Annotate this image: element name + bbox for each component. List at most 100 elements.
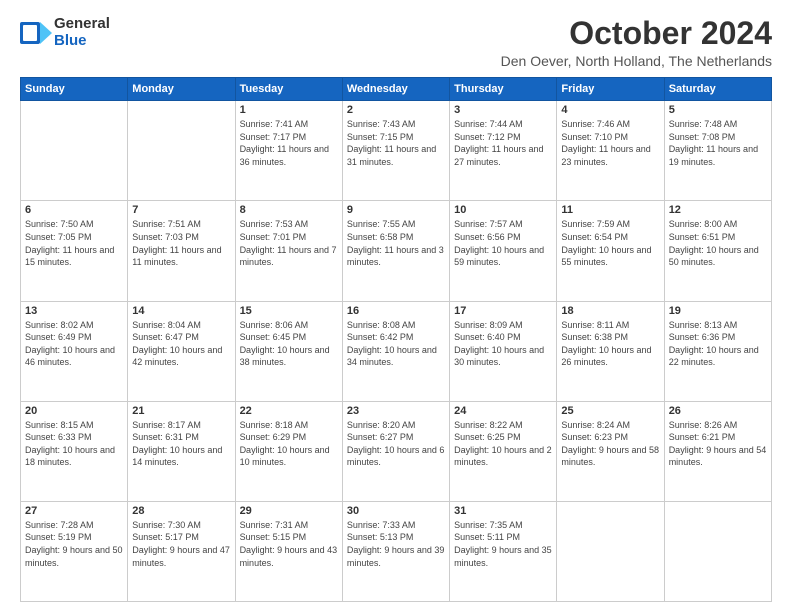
calendar-cell: 28 Sunrise: 7:30 AMSunset: 5:17 PMDaylig…: [128, 501, 235, 601]
weekday-header: Sunday: [21, 78, 128, 101]
cell-info: Sunrise: 7:46 AMSunset: 7:10 PMDaylight:…: [561, 119, 650, 167]
day-number: 3: [454, 104, 552, 116]
calendar-row: 1 Sunrise: 7:41 AMSunset: 7:17 PMDayligh…: [21, 101, 772, 201]
cell-info: Sunrise: 7:48 AMSunset: 7:08 PMDaylight:…: [669, 119, 758, 167]
day-number: 16: [347, 305, 445, 317]
day-number: 22: [240, 405, 338, 417]
day-number: 27: [25, 505, 123, 517]
weekday-header: Tuesday: [235, 78, 342, 101]
cell-info: Sunrise: 7:53 AMSunset: 7:01 PMDaylight:…: [240, 219, 337, 267]
day-number: 6: [25, 204, 123, 216]
weekday-header: Thursday: [450, 78, 557, 101]
day-number: 13: [25, 305, 123, 317]
calendar-cell: 13 Sunrise: 8:02 AMSunset: 6:49 PMDaylig…: [21, 301, 128, 401]
calendar-cell: 9 Sunrise: 7:55 AMSunset: 6:58 PMDayligh…: [342, 201, 449, 301]
calendar-cell: 11 Sunrise: 7:59 AMSunset: 6:54 PMDaylig…: [557, 201, 664, 301]
location-text: Den Oever, North Holland, The Netherland…: [501, 53, 772, 69]
title-area: October 2024 Den Oever, North Holland, T…: [501, 16, 772, 69]
calendar-cell: 7 Sunrise: 7:51 AMSunset: 7:03 PMDayligh…: [128, 201, 235, 301]
calendar-cell: 12 Sunrise: 8:00 AMSunset: 6:51 PMDaylig…: [664, 201, 771, 301]
day-number: 18: [561, 305, 659, 317]
weekday-header-row: SundayMondayTuesdayWednesdayThursdayFrid…: [21, 78, 772, 101]
day-number: 8: [240, 204, 338, 216]
calendar-cell: 5 Sunrise: 7:48 AMSunset: 7:08 PMDayligh…: [664, 101, 771, 201]
day-number: 2: [347, 104, 445, 116]
calendar-cell: 10 Sunrise: 7:57 AMSunset: 6:56 PMDaylig…: [450, 201, 557, 301]
day-number: 15: [240, 305, 338, 317]
page: General Blue October 2024 Den Oever, Nor…: [0, 0, 792, 612]
calendar-row: 27 Sunrise: 7:28 AMSunset: 5:19 PMDaylig…: [21, 501, 772, 601]
day-number: 20: [25, 405, 123, 417]
weekday-header: Monday: [128, 78, 235, 101]
day-number: 9: [347, 204, 445, 216]
cell-info: Sunrise: 7:57 AMSunset: 6:56 PMDaylight:…: [454, 219, 544, 267]
day-number: 25: [561, 405, 659, 417]
cell-info: Sunrise: 8:13 AMSunset: 6:36 PMDaylight:…: [669, 320, 759, 368]
calendar-cell: 25 Sunrise: 8:24 AMSunset: 6:23 PMDaylig…: [557, 401, 664, 501]
cell-info: Sunrise: 8:20 AMSunset: 6:27 PMDaylight:…: [347, 420, 445, 468]
day-number: 10: [454, 204, 552, 216]
calendar-cell: 30 Sunrise: 7:33 AMSunset: 5:13 PMDaylig…: [342, 501, 449, 601]
day-number: 21: [132, 405, 230, 417]
header: General Blue October 2024 Den Oever, Nor…: [20, 16, 772, 69]
calendar-cell: 8 Sunrise: 7:53 AMSunset: 7:01 PMDayligh…: [235, 201, 342, 301]
cell-info: Sunrise: 7:55 AMSunset: 6:58 PMDaylight:…: [347, 219, 444, 267]
calendar-cell: 16 Sunrise: 8:08 AMSunset: 6:42 PMDaylig…: [342, 301, 449, 401]
cell-info: Sunrise: 7:31 AMSunset: 5:15 PMDaylight:…: [240, 520, 338, 568]
calendar-cell: 18 Sunrise: 8:11 AMSunset: 6:38 PMDaylig…: [557, 301, 664, 401]
cell-info: Sunrise: 8:15 AMSunset: 6:33 PMDaylight:…: [25, 420, 115, 468]
cell-info: Sunrise: 7:43 AMSunset: 7:15 PMDaylight:…: [347, 119, 436, 167]
calendar-row: 6 Sunrise: 7:50 AMSunset: 7:05 PMDayligh…: [21, 201, 772, 301]
cell-info: Sunrise: 8:08 AMSunset: 6:42 PMDaylight:…: [347, 320, 437, 368]
day-number: 17: [454, 305, 552, 317]
calendar-cell: [21, 101, 128, 201]
logo: General Blue: [20, 16, 110, 49]
cell-info: Sunrise: 7:59 AMSunset: 6:54 PMDaylight:…: [561, 219, 651, 267]
cell-info: Sunrise: 8:17 AMSunset: 6:31 PMDaylight:…: [132, 420, 222, 468]
calendar-cell: [128, 101, 235, 201]
cell-info: Sunrise: 7:33 AMSunset: 5:13 PMDaylight:…: [347, 520, 445, 568]
cell-info: Sunrise: 8:18 AMSunset: 6:29 PMDaylight:…: [240, 420, 330, 468]
calendar-cell: 21 Sunrise: 8:17 AMSunset: 6:31 PMDaylig…: [128, 401, 235, 501]
cell-info: Sunrise: 7:41 AMSunset: 7:17 PMDaylight:…: [240, 119, 329, 167]
logo-icon: [20, 22, 52, 44]
day-number: 24: [454, 405, 552, 417]
calendar-cell: 24 Sunrise: 8:22 AMSunset: 6:25 PMDaylig…: [450, 401, 557, 501]
day-number: 12: [669, 204, 767, 216]
calendar-cell: 3 Sunrise: 7:44 AMSunset: 7:12 PMDayligh…: [450, 101, 557, 201]
calendar-cell: 27 Sunrise: 7:28 AMSunset: 5:19 PMDaylig…: [21, 501, 128, 601]
calendar-cell: 22 Sunrise: 8:18 AMSunset: 6:29 PMDaylig…: [235, 401, 342, 501]
calendar-cell: 6 Sunrise: 7:50 AMSunset: 7:05 PMDayligh…: [21, 201, 128, 301]
calendar-cell: 17 Sunrise: 8:09 AMSunset: 6:40 PMDaylig…: [450, 301, 557, 401]
calendar-cell: 29 Sunrise: 7:31 AMSunset: 5:15 PMDaylig…: [235, 501, 342, 601]
cell-info: Sunrise: 8:00 AMSunset: 6:51 PMDaylight:…: [669, 219, 759, 267]
calendar-cell: 14 Sunrise: 8:04 AMSunset: 6:47 PMDaylig…: [128, 301, 235, 401]
cell-info: Sunrise: 7:30 AMSunset: 5:17 PMDaylight:…: [132, 520, 230, 568]
weekday-header: Wednesday: [342, 78, 449, 101]
day-number: 14: [132, 305, 230, 317]
day-number: 19: [669, 305, 767, 317]
calendar-cell: 1 Sunrise: 7:41 AMSunset: 7:17 PMDayligh…: [235, 101, 342, 201]
cell-info: Sunrise: 7:35 AMSunset: 5:11 PMDaylight:…: [454, 520, 552, 568]
day-number: 1: [240, 104, 338, 116]
calendar-cell: 20 Sunrise: 8:15 AMSunset: 6:33 PMDaylig…: [21, 401, 128, 501]
day-number: 5: [669, 104, 767, 116]
calendar-cell: 19 Sunrise: 8:13 AMSunset: 6:36 PMDaylig…: [664, 301, 771, 401]
cell-info: Sunrise: 8:11 AMSunset: 6:38 PMDaylight:…: [561, 320, 651, 368]
calendar-table: SundayMondayTuesdayWednesdayThursdayFrid…: [20, 77, 772, 602]
day-number: 30: [347, 505, 445, 517]
calendar-cell: 26 Sunrise: 8:26 AMSunset: 6:21 PMDaylig…: [664, 401, 771, 501]
calendar-cell: 15 Sunrise: 8:06 AMSunset: 6:45 PMDaylig…: [235, 301, 342, 401]
month-title: October 2024: [501, 16, 772, 51]
calendar-cell: 4 Sunrise: 7:46 AMSunset: 7:10 PMDayligh…: [557, 101, 664, 201]
logo-general-text: General: [54, 16, 110, 33]
day-number: 7: [132, 204, 230, 216]
cell-info: Sunrise: 7:50 AMSunset: 7:05 PMDaylight:…: [25, 219, 114, 267]
calendar-row: 13 Sunrise: 8:02 AMSunset: 6:49 PMDaylig…: [21, 301, 772, 401]
logo-blue-text: Blue: [54, 33, 110, 50]
cell-info: Sunrise: 8:22 AMSunset: 6:25 PMDaylight:…: [454, 420, 552, 468]
day-number: 26: [669, 405, 767, 417]
cell-info: Sunrise: 8:24 AMSunset: 6:23 PMDaylight:…: [561, 420, 659, 468]
calendar-cell: 2 Sunrise: 7:43 AMSunset: 7:15 PMDayligh…: [342, 101, 449, 201]
cell-info: Sunrise: 7:44 AMSunset: 7:12 PMDaylight:…: [454, 119, 543, 167]
